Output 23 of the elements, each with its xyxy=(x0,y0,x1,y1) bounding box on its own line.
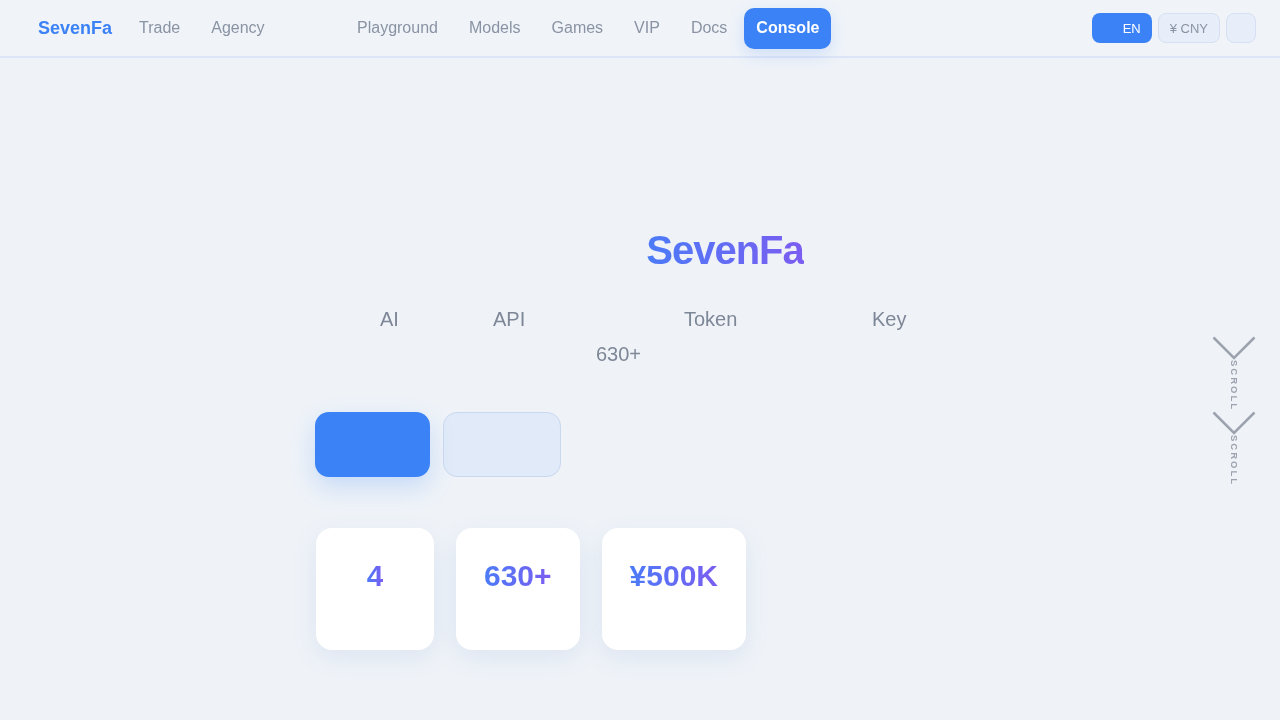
keyword-text: Key xyxy=(872,307,907,331)
keyword-text: AI xyxy=(380,307,399,331)
console-button[interactable]: Console xyxy=(744,7,832,49)
nav-link[interactable]: Playground xyxy=(357,19,438,37)
nav-link[interactable]: Trade xyxy=(139,19,181,37)
nav-link[interactable]: Models xyxy=(468,19,521,37)
chevron-down-icon xyxy=(1212,336,1256,360)
nav-link[interactable]: Docs xyxy=(690,19,728,37)
scroll-label: SCROLL xyxy=(1229,360,1239,412)
nav-link[interactable]: Agency xyxy=(211,19,265,37)
count-text: 630+ xyxy=(596,342,642,366)
nav-link[interactable]: Games xyxy=(551,19,604,37)
keyword-text: API xyxy=(493,307,526,331)
square-button[interactable] xyxy=(1226,13,1256,43)
nav-link[interactable]: VIP xyxy=(634,19,660,37)
primary-button[interactable] xyxy=(315,412,430,477)
chevron-down-icon xyxy=(1212,411,1256,436)
language-button[interactable]: EN xyxy=(1091,13,1152,43)
currency-button[interactable]: ¥ CNY xyxy=(1157,13,1220,43)
scroll-label: SCROLL xyxy=(1229,435,1239,487)
keyword-text: Token xyxy=(684,307,738,331)
secondary-button[interactable] xyxy=(443,412,561,477)
logo-link[interactable]: SevenFa xyxy=(38,17,113,39)
